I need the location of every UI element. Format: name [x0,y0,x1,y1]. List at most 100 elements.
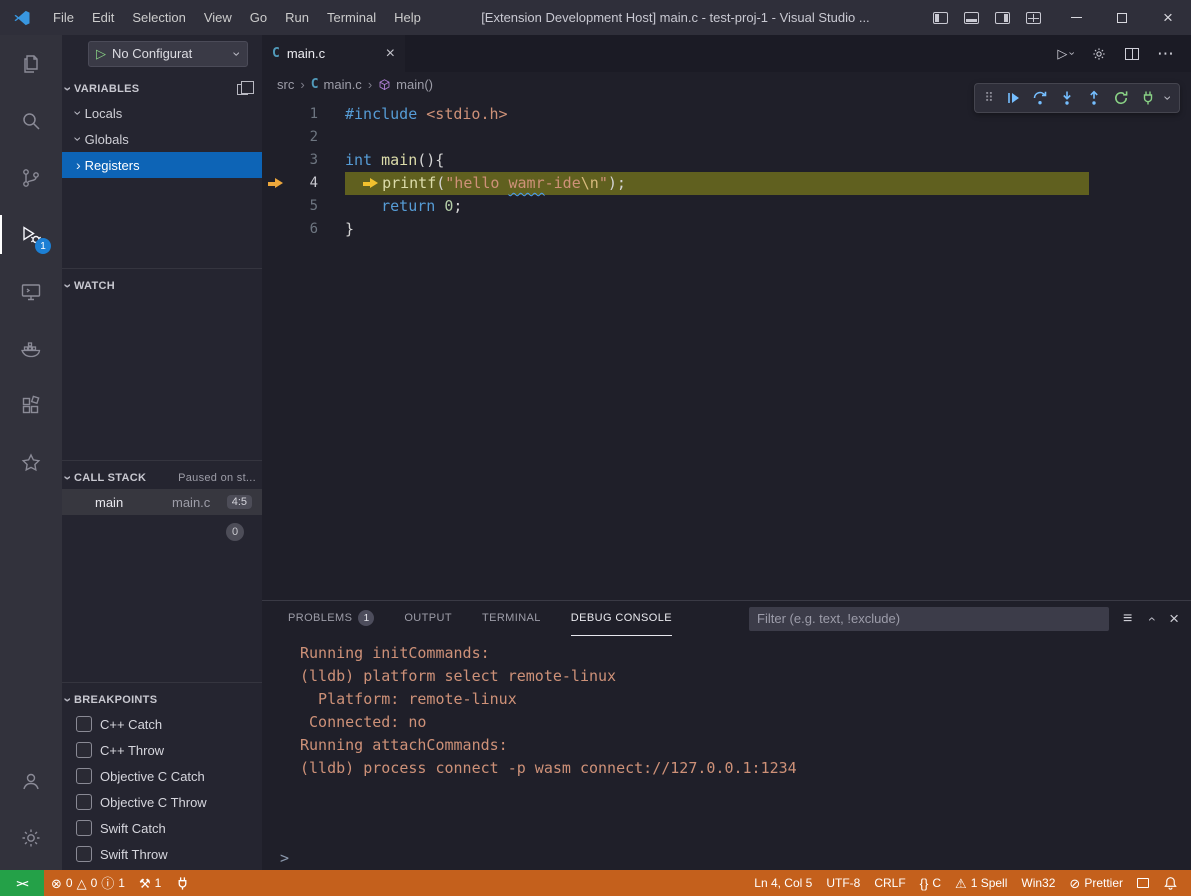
run-or-debug-button[interactable]: ▷ › [1057,46,1073,62]
spell-checker-status[interactable]: ⚠ 1 Spell [948,870,1014,896]
tree-item-label: Locals [85,106,123,121]
activity-explorer[interactable] [0,35,62,92]
tab-main-c[interactable]: C main.c × [262,35,405,72]
code-line-2[interactable]: 2 [262,126,1191,149]
close-panel-icon[interactable]: × [1169,610,1179,627]
menu-selection[interactable]: Selection [123,0,194,35]
code-content: } [345,218,354,241]
split-editor-icon[interactable] [1125,48,1139,60]
filter-input[interactable] [749,607,1109,631]
checkbox-icon[interactable] [76,768,92,784]
toolchain-status[interactable]: ⚒ 1 [132,870,168,896]
step-into-button[interactable] [1053,84,1080,112]
menu-run[interactable]: Run [276,0,318,35]
formatter-status[interactable]: ⊘ Prettier [1062,870,1130,896]
variables-item-globals[interactable]: ›Globals [62,126,262,152]
toggle-panel-icon[interactable] [964,12,979,24]
customize-layout-icon[interactable] [1026,12,1041,24]
restart-button[interactable] [1107,84,1134,112]
maximize-button[interactable] [1099,0,1145,35]
eol-indicator[interactable]: CRLF [867,870,912,896]
code-line-6[interactable]: 6} [262,218,1191,241]
code-editor[interactable]: 1#include <stdio.h>23int main(){4 printf… [262,97,1191,600]
debug-session-chevron-icon[interactable]: › [1161,84,1175,112]
notifications-button[interactable] [1156,870,1185,896]
watch-header[interactable]: › WATCH [62,275,262,297]
code-line-3[interactable]: 3int main(){ [262,149,1191,172]
disconnect-button[interactable] [1134,84,1161,112]
activity-favorites[interactable] [0,434,62,491]
menu-edit[interactable]: Edit [83,0,123,35]
layout-status[interactable] [1130,870,1156,896]
code-line-5[interactable]: 5 return 0; [262,195,1191,218]
start-debug-icon[interactable]: ▷ [96,46,106,62]
code-line-4[interactable]: 4 printf("hello wamr-ide\n"); [262,172,1191,195]
account-button[interactable] [0,752,62,809]
panel-tab-problems[interactable]: PROBLEMS1 [288,601,374,636]
copy-icon[interactable] [237,84,248,95]
status-bar-right: Ln 4, Col 5 UTF-8 CRLF {} C ⚠ 1 Spell Wi… [747,870,1191,896]
breakpoint-item[interactable]: Swift Throw [62,841,262,867]
debug-attach-status[interactable] [168,870,197,896]
breadcrumb-file[interactable]: C main.c [311,77,362,92]
breakpoint-item[interactable]: C++ Throw [62,737,262,763]
step-out-button[interactable] [1080,84,1107,112]
toggle-sidebar-icon[interactable] [933,12,948,24]
language-indicator[interactable]: {} C [913,870,948,896]
activity-extensions[interactable] [0,377,62,434]
layout-controls [921,12,1053,24]
menu-file[interactable]: File [44,0,83,35]
problems-status[interactable]: ⊗ 0 △ 0 ⓘ 1 [44,870,132,896]
minimize-button[interactable] [1053,0,1099,35]
remote-indicator[interactable]: >< [0,870,44,896]
continue-button[interactable] [999,84,1026,112]
activity-search[interactable] [0,92,62,149]
drag-grip-icon[interactable]: ⠿ [979,84,999,112]
panel-tab-debug-console[interactable]: DEBUG CONSOLE [571,601,672,636]
checkbox-icon[interactable] [76,820,92,836]
breakpoints-header[interactable]: › BREAKPOINTS [62,689,262,711]
checkbox-icon[interactable] [76,794,92,810]
close-button[interactable]: × [1145,0,1191,35]
more-actions-icon[interactable]: ⋯ [1157,44,1175,64]
output-options-icon[interactable]: ≡ [1123,610,1132,628]
panel-tab-output[interactable]: OUTPUT [404,601,452,636]
step-over-button[interactable] [1026,84,1053,112]
chevron-down-icon: › [231,51,245,56]
breakpoint-item[interactable]: Objective C Catch [62,763,262,789]
panel-tab-terminal[interactable]: TERMINAL [482,601,541,636]
variables-header[interactable]: › VARIABLES [62,78,262,100]
activity-remote-explorer[interactable] [0,263,62,320]
menu-view[interactable]: View [195,0,241,35]
debug-config-gear-icon[interactable] [1091,46,1107,62]
menu-go[interactable]: Go [241,0,276,35]
checkbox-icon[interactable] [76,742,92,758]
encoding-indicator[interactable]: UTF-8 [819,870,867,896]
activity-docker[interactable] [0,320,62,377]
callstack-frame[interactable]: mainmain.c4:5 [62,489,262,515]
breakpoint-item[interactable]: Swift Catch [62,815,262,841]
debug-console-input[interactable]: > [262,846,1191,870]
tab-close-icon[interactable]: × [386,46,395,62]
call-stack-header[interactable]: › CALL STACK Paused on st... [62,467,262,489]
maximize-panel-icon[interactable]: › [1144,616,1158,621]
checkbox-icon[interactable] [76,846,92,862]
activity-source-control[interactable] [0,149,62,206]
os-indicator[interactable]: Win32 [1014,870,1062,896]
settings-button[interactable] [0,809,62,866]
toggle-secondary-sidebar-icon[interactable] [995,12,1010,24]
variables-item-locals[interactable]: ›Locals [62,100,262,126]
menu-help[interactable]: Help [385,0,430,35]
menu-terminal[interactable]: Terminal [318,0,385,35]
panel-tab-label: PROBLEMS [288,612,352,624]
checkbox-icon[interactable] [76,716,92,732]
breakpoint-item[interactable]: C++ Catch [62,711,262,737]
cursor-position[interactable]: Ln 4, Col 5 [747,870,819,896]
variables-item-registers[interactable]: ›Registers [62,152,262,178]
breadcrumb-src[interactable]: src [277,77,294,92]
breadcrumb-symbol[interactable]: main() [378,77,433,92]
breakpoint-item[interactable]: Objective C Throw [62,789,262,815]
debug-config-dropdown[interactable]: ▷ No Configurat › [88,41,248,67]
spell-warning-icon: ⚠ [955,877,967,890]
activity-run-debug[interactable]: 1 [0,206,62,263]
